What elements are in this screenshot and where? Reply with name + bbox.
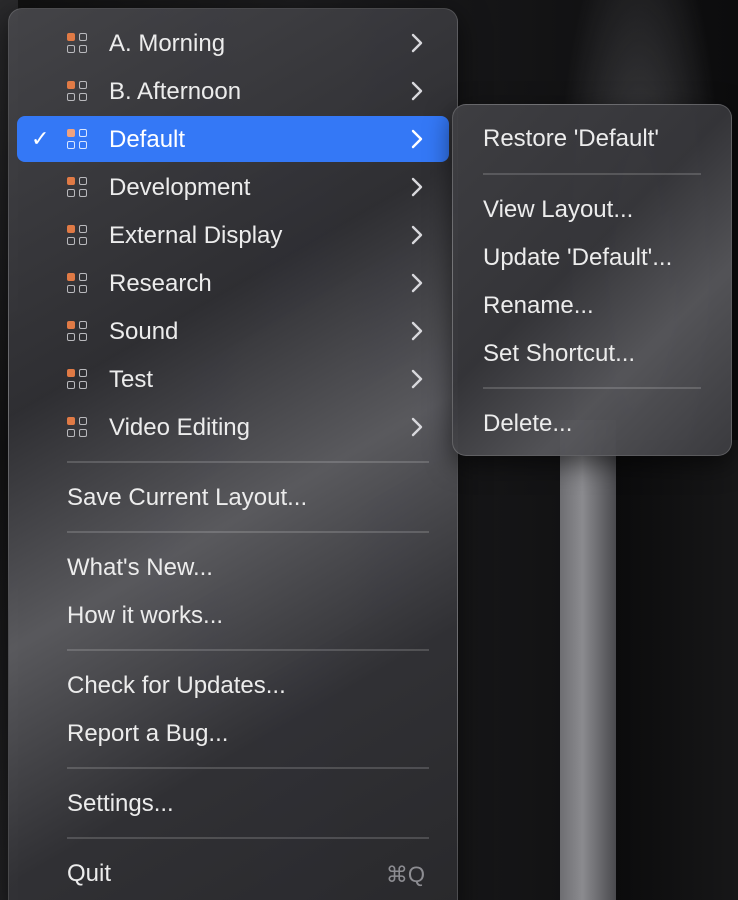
menu-item-label: Quit xyxy=(67,860,112,887)
layout-item-label: A. Morning xyxy=(109,30,226,57)
menu-item-label: Check for Updates... xyxy=(67,672,286,699)
menu-item-label: Report a Bug... xyxy=(67,720,229,747)
menu-item-label: What's New... xyxy=(67,554,213,581)
layout-item-label: Sound xyxy=(109,318,179,345)
menu-separator xyxy=(67,837,429,839)
menu-separator xyxy=(67,649,429,651)
layout-item-label: Research xyxy=(109,270,212,297)
submenu-item-label: View Layout... xyxy=(483,196,634,223)
layout-item-label: B. Afternoon xyxy=(109,78,242,105)
settings-item[interactable]: Settings... xyxy=(17,780,449,826)
layout-grid-icon xyxy=(67,81,91,103)
submenu-item-label: Delete... xyxy=(483,410,573,437)
layout-item-development[interactable]: Development xyxy=(17,164,449,210)
layout-grid-icon xyxy=(67,417,91,439)
keyboard-shortcut: ⌘Q xyxy=(385,862,425,887)
layout-grid-icon xyxy=(67,33,91,55)
layout-submenu: Restore 'Default' View Layout... Update … xyxy=(452,104,732,456)
layout-item-test[interactable]: Test xyxy=(17,356,449,402)
update-default-item[interactable]: Update 'Default'... xyxy=(461,234,723,280)
save-current-layout-item[interactable]: Save Current Layout... xyxy=(17,474,449,520)
view-layout-item[interactable]: View Layout... xyxy=(461,186,723,232)
layout-item-b-afternoon[interactable]: B. Afternoon xyxy=(17,68,449,114)
layout-item-video-editing[interactable]: Video Editing xyxy=(17,404,449,450)
layout-item-label: External Display xyxy=(109,222,283,249)
menu-item-label: How it works... xyxy=(67,602,224,629)
layout-grid-icon xyxy=(67,225,91,247)
menu-separator xyxy=(67,461,429,463)
submenu-item-label: Rename... xyxy=(483,292,594,319)
whats-new-item[interactable]: What's New... xyxy=(17,544,449,590)
chevron-right-icon xyxy=(409,272,425,294)
layout-item-research[interactable]: Research xyxy=(17,260,449,306)
layout-item-label: Development xyxy=(109,174,251,201)
background-window-strip xyxy=(560,420,616,900)
layout-item-external-display[interactable]: External Display xyxy=(17,212,449,258)
chevron-right-icon xyxy=(409,320,425,342)
submenu-separator xyxy=(483,387,701,389)
layout-item-sound[interactable]: Sound xyxy=(17,308,449,354)
layout-grid-icon xyxy=(67,129,91,151)
submenu-separator xyxy=(483,173,701,175)
chevron-right-icon xyxy=(409,80,425,102)
check-for-updates-item[interactable]: Check for Updates... xyxy=(17,662,449,708)
checkmark-icon: ✓ xyxy=(31,126,50,151)
chevron-right-icon xyxy=(409,128,425,150)
menu-separator xyxy=(67,767,429,769)
menu-item-label: Settings... xyxy=(67,790,174,817)
layout-grid-icon xyxy=(67,321,91,343)
report-a-bug-item[interactable]: Report a Bug... xyxy=(17,710,449,756)
layout-item-label: Default xyxy=(109,126,186,153)
how-it-works-item[interactable]: How it works... xyxy=(17,592,449,638)
submenu-item-label: Update 'Default'... xyxy=(483,244,673,271)
main-menu: A. Morning B. Afternoon ✓ Default Develo… xyxy=(8,8,458,900)
layout-item-default[interactable]: ✓ Default xyxy=(17,116,449,162)
chevron-right-icon xyxy=(409,416,425,438)
menu-separator xyxy=(67,531,429,533)
layout-grid-icon xyxy=(67,273,91,295)
layout-item-label: Test xyxy=(109,366,154,393)
layout-grid-icon xyxy=(67,177,91,199)
chevron-right-icon xyxy=(409,224,425,246)
layout-item-a-morning[interactable]: A. Morning xyxy=(17,20,449,66)
chevron-right-icon xyxy=(409,32,425,54)
background-dark-panel xyxy=(616,440,738,900)
set-shortcut-item[interactable]: Set Shortcut... xyxy=(461,330,723,376)
delete-item[interactable]: Delete... xyxy=(461,400,723,446)
menu-item-label: Save Current Layout... xyxy=(67,484,308,511)
layout-item-label: Video Editing xyxy=(109,414,250,441)
quit-item[interactable]: Quit ⌘Q xyxy=(17,850,449,896)
submenu-item-label: Set Shortcut... xyxy=(483,340,636,367)
rename-item[interactable]: Rename... xyxy=(461,282,723,328)
chevron-right-icon xyxy=(409,368,425,390)
restore-default-item[interactable]: Restore 'Default' xyxy=(461,115,723,161)
chevron-right-icon xyxy=(409,176,425,198)
layout-grid-icon xyxy=(67,369,91,391)
submenu-item-label: Restore 'Default' xyxy=(483,125,659,152)
